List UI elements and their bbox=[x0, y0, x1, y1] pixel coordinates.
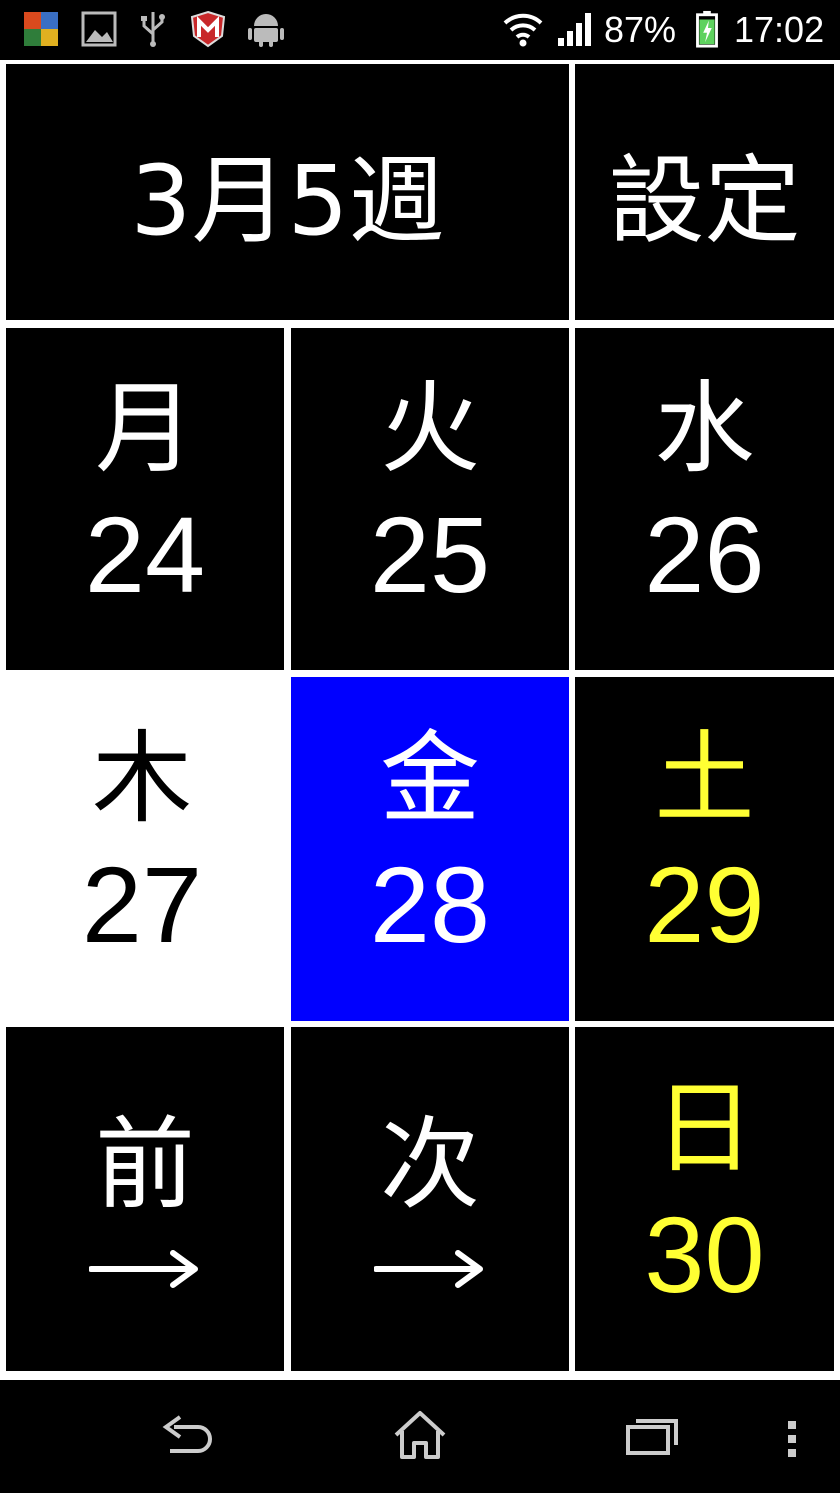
day-label: 金 bbox=[380, 720, 480, 837]
recent-apps-icon[interactable] bbox=[622, 1405, 686, 1465]
menu-icon[interactable] bbox=[782, 1405, 802, 1465]
signal-icon bbox=[558, 13, 591, 46]
day-label: 火 bbox=[380, 370, 480, 487]
arrow-right-icon bbox=[89, 1250, 198, 1288]
home-icon[interactable] bbox=[390, 1405, 450, 1465]
battery-charging-icon bbox=[696, 10, 718, 48]
day-date: 27 bbox=[81, 844, 203, 965]
system-nav-bar bbox=[0, 1383, 840, 1493]
day-date: 30 bbox=[644, 1194, 765, 1315]
mcafee-icon bbox=[190, 10, 226, 48]
week-title: 3月5週 bbox=[130, 144, 445, 257]
day-date: 25 bbox=[369, 494, 491, 615]
day-label: 水 bbox=[654, 370, 755, 487]
day-date: 29 bbox=[644, 844, 765, 965]
next-label: 次 bbox=[380, 1106, 480, 1223]
day-cell-mon[interactable]: 月 24 bbox=[6, 328, 284, 670]
day-label: 木 bbox=[92, 720, 192, 837]
gallery-icon bbox=[81, 11, 117, 47]
usb-icon bbox=[141, 12, 165, 47]
day-cell-sat[interactable]: 土 29 bbox=[575, 677, 834, 1021]
arrow-right-icon bbox=[374, 1250, 483, 1288]
avg-icon bbox=[24, 12, 58, 46]
android-debug-icon bbox=[248, 14, 284, 47]
day-cell-wed[interactable]: 水 26 bbox=[575, 328, 834, 670]
day-cell-thu[interactable]: 木 27 bbox=[0, 676, 284, 1022]
week-title-button[interactable]: 3月5週 bbox=[6, 64, 569, 320]
clock: 17:02 bbox=[734, 9, 825, 50]
settings-button[interactable]: 設定 bbox=[575, 64, 834, 320]
prev-week-button[interactable]: 前 bbox=[6, 1027, 284, 1371]
wifi-icon bbox=[503, 13, 543, 47]
day-label: 日 bbox=[654, 1070, 755, 1187]
next-week-button[interactable]: 次 bbox=[291, 1027, 569, 1371]
back-icon[interactable] bbox=[156, 1405, 216, 1465]
battery-percent: 87% bbox=[604, 9, 677, 50]
calendar-grid: 3月5週 設定 月 24 火 25 水 26 木 27 金 28 土 29 前 … bbox=[0, 60, 840, 1380]
day-label: 土 bbox=[654, 720, 755, 837]
status-bar: 87% 17:02 bbox=[0, 0, 840, 58]
day-cell-tue[interactable]: 火 25 bbox=[291, 328, 569, 670]
day-cell-sun[interactable]: 日 30 bbox=[575, 1027, 834, 1371]
settings-label: 設定 bbox=[608, 144, 801, 257]
prev-label: 前 bbox=[95, 1106, 195, 1223]
day-date: 24 bbox=[84, 494, 206, 615]
day-date: 26 bbox=[644, 494, 765, 615]
day-label: 月 bbox=[95, 370, 195, 487]
day-cell-fri[interactable]: 金 28 bbox=[291, 677, 569, 1021]
day-date: 28 bbox=[369, 844, 491, 965]
